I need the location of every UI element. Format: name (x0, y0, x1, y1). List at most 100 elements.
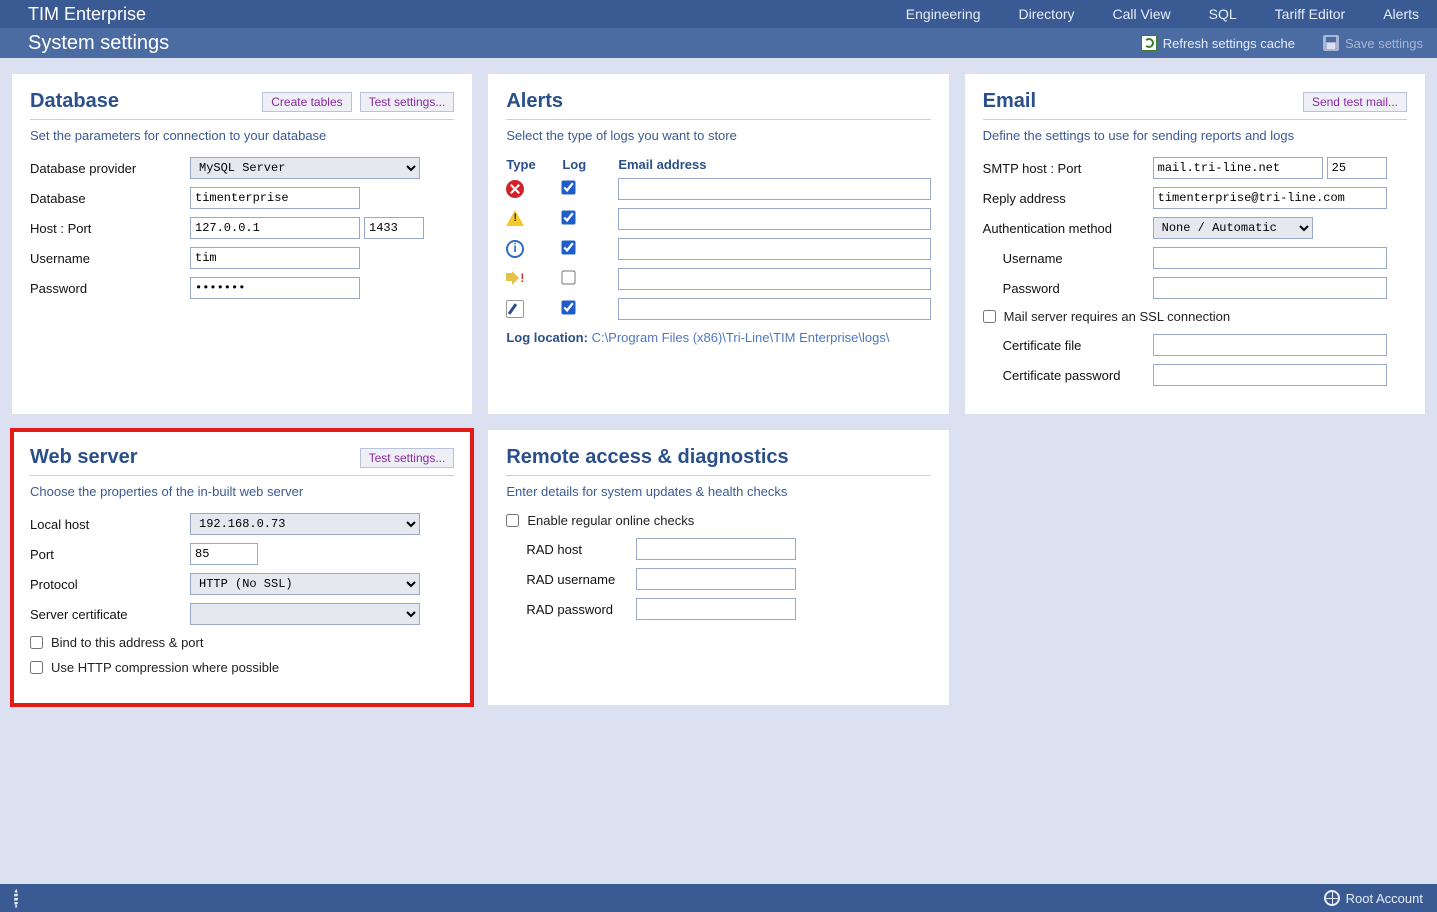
brand-light: Enterprise (59, 4, 146, 24)
footer-bar: Root Account (0, 884, 1437, 912)
refresh-icon (1141, 35, 1157, 51)
enable-checks-label: Enable regular online checks (527, 513, 694, 528)
db-username-label: Username (30, 251, 190, 266)
db-password-label: Password (30, 281, 190, 296)
alerts-row-edit (506, 298, 930, 320)
cert-label: Certificate file (1003, 338, 1153, 353)
settings-gear-button[interactable] (14, 891, 18, 906)
nav-directory[interactable]: Directory (1019, 6, 1075, 22)
auth-select[interactable]: None / Automatic (1153, 217, 1313, 239)
nav-callview[interactable]: Call View (1113, 6, 1171, 22)
alerts-panel: Alerts Select the type of logs you want … (488, 74, 948, 414)
webserver-panel: Web server Test settings... Choose the p… (12, 430, 472, 705)
email-user-label: Username (1003, 251, 1153, 266)
ws-test-settings-button[interactable]: Test settings... (360, 448, 455, 468)
alerts-error-email-input[interactable] (618, 178, 930, 200)
rad-user-input[interactable] (636, 568, 796, 590)
ws-port-input[interactable] (190, 543, 258, 565)
account-label: Root Account (1346, 891, 1423, 906)
top-bar: TIM Enterprise Engineering Directory Cal… (0, 0, 1437, 28)
rad-pass-input[interactable] (636, 598, 796, 620)
ws-port-label: Port (30, 547, 190, 562)
brand-bold: TIM (28, 4, 59, 24)
alerts-edit-checkbox[interactable] (562, 300, 576, 314)
auth-label: Authentication method (983, 221, 1153, 236)
remote-desc: Enter details for system updates & healt… (506, 484, 930, 499)
email-pass-input[interactable] (1153, 277, 1387, 299)
cert-input[interactable] (1153, 334, 1387, 356)
reply-label: Reply address (983, 191, 1153, 206)
alerts-info-checkbox[interactable] (562, 240, 576, 254)
bind-checkbox[interactable] (30, 636, 43, 649)
email-panel: Email Send test mail... Define the setti… (965, 74, 1425, 414)
db-username-input[interactable] (190, 247, 360, 269)
nav-tariff[interactable]: Tariff Editor (1275, 6, 1346, 22)
create-tables-button[interactable]: Create tables (262, 92, 351, 112)
log-location-path: C:\Program Files (x86)\Tri-Line\TIM Ente… (592, 330, 890, 345)
edit-icon (506, 300, 524, 318)
ws-cert-select[interactable] (190, 603, 420, 625)
protocol-label: Protocol (30, 577, 190, 592)
db-host-input[interactable] (190, 217, 360, 239)
enable-checks-checkbox[interactable] (506, 514, 519, 527)
rad-host-input[interactable] (636, 538, 796, 560)
refresh-label: Refresh settings cache (1163, 36, 1295, 51)
protocol-select[interactable]: HTTP (No SSL) (190, 573, 420, 595)
sub-bar: System settings Refresh settings cache S… (0, 28, 1437, 58)
localhost-select[interactable]: 192.168.0.73 (190, 513, 420, 535)
smtp-port-input[interactable] (1327, 157, 1387, 179)
refresh-settings-button[interactable]: Refresh settings cache (1141, 35, 1295, 51)
send-test-mail-button[interactable]: Send test mail... (1303, 92, 1407, 112)
alerts-col-email: Email address (618, 157, 930, 172)
webserver-title: Web server (30, 446, 137, 469)
webserver-desc: Choose the properties of the in-built we… (30, 484, 454, 499)
log-location-label: Log location: (506, 330, 588, 345)
db-provider-select[interactable]: MySQL Server (190, 157, 420, 179)
db-test-settings-button[interactable]: Test settings... (360, 92, 455, 112)
email-user-input[interactable] (1153, 247, 1387, 269)
alerts-row-sound: ! (506, 268, 930, 290)
alerts-sound-email-input[interactable] (618, 268, 930, 290)
save-settings-button[interactable]: Save settings (1323, 35, 1423, 51)
compress-checkbox[interactable] (30, 661, 43, 674)
rad-pass-label: RAD password (506, 602, 636, 617)
nav-sql[interactable]: SQL (1209, 6, 1237, 22)
certpass-label: Certificate password (1003, 368, 1153, 383)
ssl-label: Mail server requires an SSL connection (1004, 309, 1230, 324)
alerts-info-email-input[interactable] (618, 238, 930, 260)
brand: TIM Enterprise (28, 4, 146, 25)
database-desc: Set the parameters for connection to you… (30, 128, 454, 143)
db-password-input[interactable] (190, 277, 360, 299)
compress-label: Use HTTP compression where possible (51, 660, 279, 675)
empty-cell (965, 430, 1425, 705)
nav-alerts[interactable]: Alerts (1383, 6, 1419, 22)
alerts-row-info (506, 238, 930, 260)
certpass-input[interactable] (1153, 364, 1387, 386)
globe-icon (1324, 890, 1340, 906)
alerts-sound-checkbox[interactable] (562, 270, 576, 284)
database-title: Database (30, 90, 119, 113)
alerts-warn-checkbox[interactable] (562, 210, 576, 224)
alerts-edit-email-input[interactable] (618, 298, 930, 320)
db-provider-label: Database provider (30, 161, 190, 176)
db-name-input[interactable] (190, 187, 360, 209)
email-title: Email (983, 90, 1036, 113)
ssl-checkbox[interactable] (983, 310, 996, 323)
alerts-title: Alerts (506, 90, 563, 113)
smtp-host-input[interactable] (1153, 157, 1323, 179)
bind-label: Bind to this address & port (51, 635, 203, 650)
rad-host-label: RAD host (506, 542, 636, 557)
alerts-col-log: Log (562, 157, 618, 172)
db-port-input[interactable] (364, 217, 424, 239)
nav-engineering[interactable]: Engineering (906, 6, 981, 22)
ws-cert-label: Server certificate (30, 607, 190, 622)
reply-input[interactable] (1153, 187, 1387, 209)
account-button[interactable]: Root Account (1324, 890, 1423, 906)
save-label: Save settings (1345, 36, 1423, 51)
alerts-warn-email-input[interactable] (618, 208, 930, 230)
db-hostport-label: Host : Port (30, 221, 190, 236)
panels-grid: Database Create tables Test settings... … (0, 58, 1437, 725)
alerts-error-checkbox[interactable] (562, 180, 576, 194)
remote-panel: Remote access & diagnostics Enter detail… (488, 430, 948, 705)
log-location: Log location: C:\Program Files (x86)\Tri… (506, 330, 930, 345)
